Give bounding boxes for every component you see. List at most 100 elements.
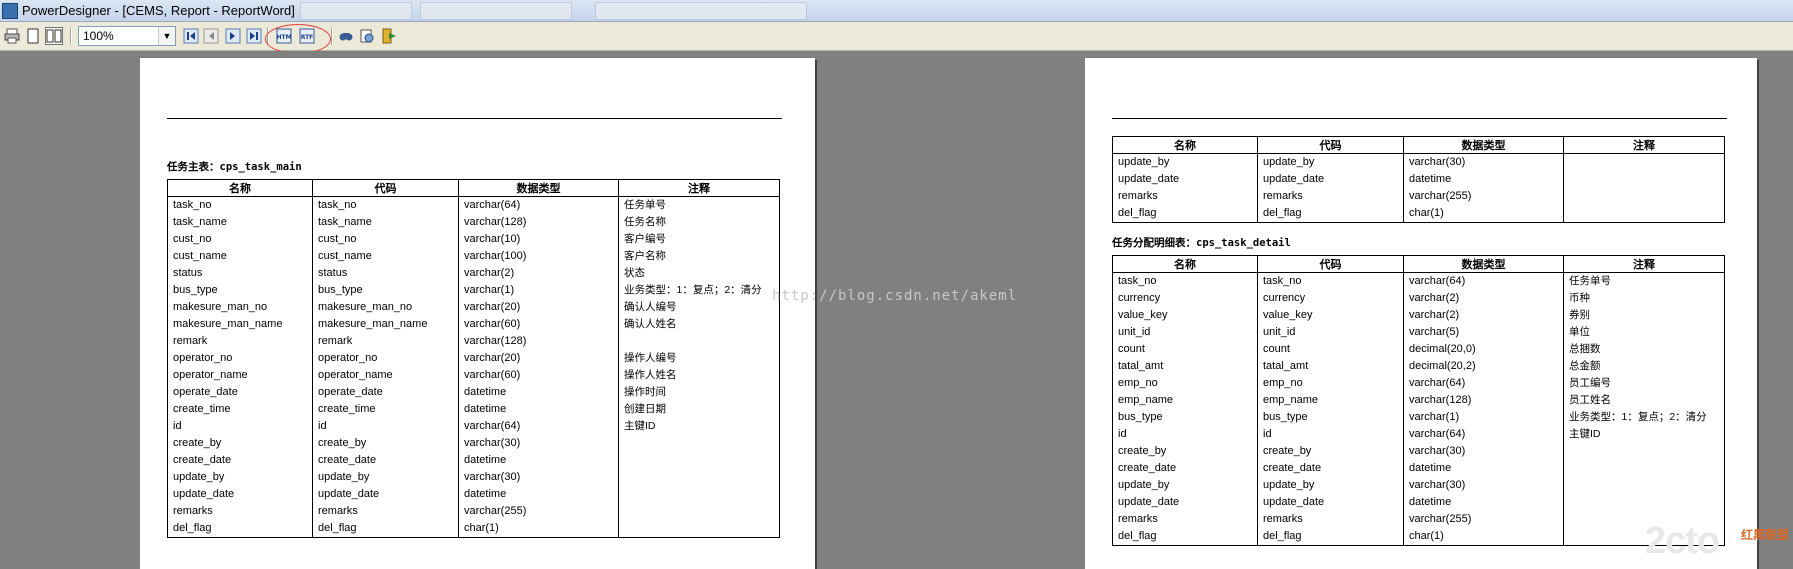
cell-type: varchar(64) bbox=[458, 196, 619, 214]
next-page-icon[interactable] bbox=[224, 27, 242, 45]
cell-code: create_date bbox=[1257, 460, 1404, 477]
cell-name: update_date bbox=[167, 486, 313, 503]
toolbar: 100% ▼ HTM RTF bbox=[0, 22, 1793, 54]
cell-name: makesure_man_no bbox=[167, 299, 313, 316]
background-tab[interactable] bbox=[420, 2, 572, 20]
cell-code: operate_date bbox=[312, 384, 459, 401]
cell-code: del_flag bbox=[1257, 528, 1404, 546]
cell-comment: 状态 bbox=[618, 265, 780, 282]
cell-name: bus_type bbox=[167, 282, 313, 299]
cell-code: value_key bbox=[1257, 307, 1404, 324]
cell-comment: 总金额 bbox=[1563, 358, 1725, 375]
print-icon[interactable] bbox=[3, 27, 21, 45]
table-row: update_by update_by varchar(30) bbox=[167, 469, 780, 486]
cell-name: remarks bbox=[167, 503, 313, 520]
header-type: 数据类型 bbox=[458, 179, 619, 197]
cell-type: varchar(60) bbox=[458, 316, 619, 333]
cell-type: varchar(2) bbox=[1403, 290, 1564, 307]
site-logo: 2cto 红黑联盟 bbox=[1645, 520, 1793, 569]
cell-comment: 券别 bbox=[1563, 307, 1725, 324]
find-icon[interactable] bbox=[337, 27, 355, 45]
header-code: 代码 bbox=[1257, 255, 1404, 273]
cell-name: update_by bbox=[1112, 153, 1258, 171]
cell-type: varchar(30) bbox=[1403, 477, 1564, 494]
page-two-icon[interactable] bbox=[45, 27, 63, 45]
chevron-down-icon[interactable]: ▼ bbox=[158, 27, 175, 45]
cell-name: operate_date bbox=[167, 384, 313, 401]
table-row: unit_id unit_id varchar(5) 单位 bbox=[1112, 324, 1725, 341]
cell-code: task_no bbox=[1257, 272, 1404, 290]
cell-comment: 任务单号 bbox=[618, 196, 780, 214]
cell-type: varchar(128) bbox=[1403, 392, 1564, 409]
cell-name: emp_no bbox=[1112, 375, 1258, 392]
cell-type: varchar(255) bbox=[1403, 188, 1564, 205]
first-page-icon[interactable] bbox=[182, 27, 200, 45]
exit-icon[interactable] bbox=[380, 27, 398, 45]
cell-code: create_by bbox=[1257, 443, 1404, 460]
window-title: PowerDesigner - [CEMS, Report - ReportWo… bbox=[22, 3, 295, 18]
table-row: del_flag del_flag char(1) bbox=[167, 520, 780, 538]
table-row: update_date update_date datetime bbox=[1112, 171, 1725, 188]
cell-comment: 任务单号 bbox=[1563, 272, 1725, 290]
cell-type: varchar(60) bbox=[458, 367, 619, 384]
cell-comment: 总捆数 bbox=[1563, 341, 1725, 358]
cell-comment: 主键ID bbox=[1563, 426, 1725, 443]
background-tab[interactable] bbox=[595, 2, 807, 20]
cell-name: create_by bbox=[1112, 443, 1258, 460]
cell-code: bus_type bbox=[312, 282, 459, 299]
cell-code: cust_no bbox=[312, 231, 459, 248]
highlight-circle bbox=[265, 24, 331, 54]
table-header-row: 名称 代码 数据类型 注释 bbox=[1112, 136, 1725, 154]
table-row: del_flag del_flag char(1) bbox=[1112, 528, 1725, 546]
cell-type: varchar(128) bbox=[458, 333, 619, 350]
cell-comment: 员工编号 bbox=[1563, 375, 1725, 392]
cell-comment: 单位 bbox=[1563, 324, 1725, 341]
table-row: update_date update_date datetime bbox=[167, 486, 780, 503]
cell-type: varchar(255) bbox=[1403, 511, 1564, 528]
table-row: remarks remarks varchar(255) bbox=[1112, 511, 1725, 528]
cell-name: create_by bbox=[167, 435, 313, 452]
cell-name: value_key bbox=[1112, 307, 1258, 324]
cell-name: update_date bbox=[1112, 494, 1258, 511]
table-row: emp_name emp_name varchar(128) 员工姓名 bbox=[1112, 392, 1725, 409]
cell-name: id bbox=[167, 418, 313, 435]
header-type: 数据类型 bbox=[1403, 136, 1564, 154]
background-tab[interactable] bbox=[300, 2, 412, 20]
cell-code: del_flag bbox=[312, 520, 459, 538]
cell-comment: 币种 bbox=[1563, 290, 1725, 307]
table-row: bus_type bus_type varchar(1) 业务类型：1：复点；2：清分 bbox=[1112, 409, 1725, 426]
cell-code: makesure_man_no bbox=[312, 299, 459, 316]
prev-page-icon[interactable] bbox=[202, 27, 220, 45]
cell-code: id bbox=[1257, 426, 1404, 443]
cell-type: datetime bbox=[1403, 494, 1564, 511]
cell-code: unit_id bbox=[1257, 324, 1404, 341]
report-page-left: 任务主表：cps_task_main 名称 代码 数据类型 注释 task_no… bbox=[140, 58, 815, 569]
cell-comment: 业务类型：1：复点；2：清分 bbox=[618, 282, 780, 299]
watermark: http://blog.csdn.net/akeml bbox=[772, 288, 1018, 304]
print-preview-icon[interactable] bbox=[358, 27, 376, 45]
table-row: task_name task_name varchar(128) 任务名称 bbox=[167, 214, 780, 231]
zoom-select[interactable]: 100% ▼ bbox=[78, 26, 176, 46]
last-page-icon[interactable] bbox=[245, 27, 263, 45]
cell-name: makesure_man_name bbox=[167, 316, 313, 333]
table-row: create_date create_date datetime bbox=[167, 452, 780, 469]
cell-code: update_by bbox=[1257, 477, 1404, 494]
cell-code: create_date bbox=[312, 452, 459, 469]
cell-type: char(1) bbox=[1403, 528, 1564, 546]
page-single-icon[interactable] bbox=[24, 27, 42, 45]
cell-comment bbox=[618, 452, 780, 469]
cell-type: varchar(64) bbox=[1403, 426, 1564, 443]
cell-type: char(1) bbox=[458, 520, 619, 538]
cell-comment bbox=[1563, 443, 1725, 460]
cell-code: emp_name bbox=[1257, 392, 1404, 409]
cell-type: char(1) bbox=[1403, 205, 1564, 223]
cell-code: currency bbox=[1257, 290, 1404, 307]
cell-type: decimal(20,0) bbox=[1403, 341, 1564, 358]
cell-type: datetime bbox=[1403, 171, 1564, 188]
table-row: create_date create_date datetime bbox=[1112, 460, 1725, 477]
table-row: remarks remarks varchar(255) bbox=[167, 503, 780, 520]
cell-type: datetime bbox=[458, 401, 619, 418]
table-header-row: 名称 代码 数据类型 注释 bbox=[167, 179, 780, 197]
cell-comment bbox=[1563, 188, 1725, 205]
cell-type: varchar(1) bbox=[1403, 409, 1564, 426]
